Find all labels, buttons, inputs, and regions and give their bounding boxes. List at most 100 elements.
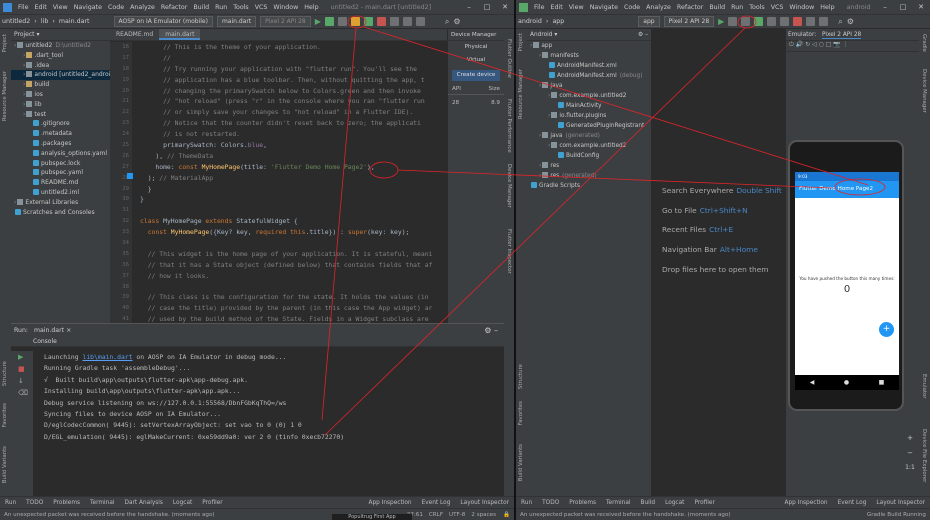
zoom-fit-icon[interactable]: 1:1	[905, 464, 915, 471]
menu-navigate-right[interactable]: Navigate	[587, 4, 621, 11]
expand-arrow-icon[interactable]: ›	[539, 133, 541, 139]
tree-item[interactable]: .packages	[11, 139, 110, 149]
overview-icon[interactable]: □	[826, 41, 832, 48]
run-icon[interactable]: ▶	[315, 17, 321, 26]
tree-item[interactable]: › External Libraries	[11, 198, 110, 208]
menu-view-right[interactable]: View	[566, 4, 587, 11]
status-message[interactable]: An unexpected packet was received before…	[0, 512, 215, 518]
expand-arrow-icon[interactable]: ›	[14, 42, 16, 49]
tree-item[interactable]: GeneratedPluginRegistrant	[527, 121, 651, 131]
menu-vcs[interactable]: VCS	[252, 4, 271, 11]
zoom-out-icon[interactable]: −	[905, 449, 915, 457]
tree-item[interactable]: README.md	[11, 178, 110, 188]
nav-recents-icon[interactable]: ■	[879, 379, 885, 386]
rerun-icon[interactable]: ▶	[11, 351, 33, 363]
structure-tab-right[interactable]: Structure	[518, 364, 524, 389]
menu-tools[interactable]: Tools	[230, 4, 252, 11]
menu-help[interactable]: Help	[301, 4, 321, 11]
tool-tab-run[interactable]: Run	[0, 500, 21, 506]
expand-arrow-icon[interactable]: ›	[548, 143, 550, 149]
emulator-tab[interactable]: Emulator	[921, 374, 927, 399]
debug-icon[interactable]	[324, 17, 334, 26]
tree-item[interactable]: › com.example.untitled2	[527, 91, 651, 101]
tool-tab-run[interactable]: Run	[516, 500, 537, 506]
file-encoding[interactable]: UTF-8	[446, 512, 468, 518]
project-tool-tab-right[interactable]: Project	[518, 33, 524, 51]
hot-reload-icon[interactable]	[350, 17, 360, 26]
resource-manager-tool-tab[interactable]: Resource Manager	[2, 71, 8, 121]
tab-physical[interactable]: Physical	[448, 41, 504, 54]
expand-arrow-icon[interactable]: ›	[530, 43, 532, 49]
tool-tab-build[interactable]: Build	[636, 500, 661, 506]
status-message-right[interactable]: An unexpected packet was received before…	[516, 512, 731, 518]
tree-item[interactable]: › .idea	[11, 61, 110, 71]
tool-tab-profiler[interactable]: Profiler	[689, 500, 719, 506]
hot-restart-icon[interactable]	[363, 17, 373, 26]
menu-navigate[interactable]: Navigate	[71, 4, 105, 11]
build-variants-tool-tab[interactable]: Build Variants	[2, 446, 8, 483]
expand-arrow-icon[interactable]: ›	[539, 163, 541, 169]
nav-back-icon[interactable]: ◀	[810, 379, 815, 386]
stop-app-icon[interactable]	[793, 17, 803, 26]
close-icon[interactable]: ✕	[912, 0, 930, 14]
tree-item[interactable]: › test	[11, 110, 110, 120]
expand-arrow-icon[interactable]: ›	[23, 111, 25, 118]
device-manager-tab[interactable]: Device Manager	[506, 164, 512, 208]
menu-window-right[interactable]: Window	[786, 4, 817, 11]
tool-tab-app-inspection[interactable]: App Inspection	[363, 500, 416, 506]
expand-arrow-icon[interactable]: ›	[539, 173, 541, 179]
stop-run-icon[interactable]: ■	[11, 363, 33, 375]
tool-tab-logcat[interactable]: Logcat	[168, 500, 197, 506]
zoom-in-icon[interactable]: +	[905, 434, 915, 442]
tree-item[interactable]: untitled2.iml	[11, 188, 110, 198]
maximize-icon[interactable]: □	[894, 0, 912, 14]
menu-run-right[interactable]: Run	[728, 4, 746, 11]
tree-item[interactable]: › java (generated)	[527, 131, 651, 141]
profile-app-icon[interactable]	[767, 17, 777, 26]
phone-screen[interactable]: 9:03 Flutter Demo Home Page2 You have pu…	[795, 172, 899, 375]
tree-item[interactable]: .metadata	[11, 129, 110, 139]
menu-vcs-right[interactable]: VCS	[768, 4, 787, 11]
clear-icon[interactable]: ⌫	[11, 387, 33, 399]
tree-item[interactable]: analysis_options.yaml	[11, 149, 110, 159]
tool-tab-terminal[interactable]: Terminal	[85, 500, 120, 506]
flutter-inspector-tab[interactable]: Flutter Inspector	[506, 229, 512, 274]
tool-tab-dart-analysis[interactable]: Dart Analysis	[120, 500, 168, 506]
tree-item[interactable]: › app	[527, 41, 651, 51]
avd-dropdown-right[interactable]: Pixel 2 API 28	[663, 16, 715, 27]
tab-virtual[interactable]: Virtual	[448, 54, 504, 67]
tree-item[interactable]: › java	[527, 81, 651, 91]
tree-item[interactable]: › lib	[11, 100, 110, 110]
menu-file-right[interactable]: File	[531, 4, 548, 11]
expand-arrow-icon[interactable]: ›	[539, 83, 541, 89]
tool-tab-layout-inspector[interactable]: Layout Inspector	[455, 500, 514, 506]
code-text[interactable]: // This is the theme of your application…	[140, 42, 447, 323]
sdk-manager-icon[interactable]	[402, 17, 412, 26]
expand-arrow-icon[interactable]: ›	[23, 62, 25, 69]
tree-item[interactable]: AndroidManifest.xml (debug)	[527, 71, 651, 81]
expand-arrow-icon[interactable]: ›	[23, 81, 25, 88]
close-icon[interactable]: ✕	[496, 0, 514, 14]
menu-refactor[interactable]: Refactor	[158, 4, 190, 11]
line-separator[interactable]: CRLF	[426, 512, 446, 518]
tree-item[interactable]: BuildConfig	[527, 151, 651, 161]
expand-arrow-icon[interactable]: ›	[14, 199, 16, 206]
console-output[interactable]: Launching lib\main.dart on AOSP on IA Em…	[44, 352, 504, 494]
flutter-outline-tab[interactable]: Flutter Outline	[506, 39, 512, 78]
run-app-icon[interactable]: ▶	[718, 17, 724, 26]
tool-tab-logcat[interactable]: Logcat	[660, 500, 689, 506]
favorites-tab-right[interactable]: Favorites	[518, 401, 524, 425]
menu-edit[interactable]: Edit	[32, 4, 50, 11]
tree-item[interactable]: AndroidManifest.xml	[527, 61, 651, 71]
expand-arrow-icon[interactable]: ›	[548, 93, 550, 99]
more-icon[interactable]: ⋮	[843, 41, 849, 48]
tree-item[interactable]: › com.example.untitled2	[527, 141, 651, 151]
settings-gear-icon[interactable]: ⚙	[453, 17, 460, 26]
tree-item[interactable]: › manifests	[527, 51, 651, 61]
tree-item[interactable]: Gradle Scripts	[527, 181, 651, 191]
menu-window[interactable]: Window	[270, 4, 301, 11]
tool-tab-event-log[interactable]: Event Log	[417, 500, 456, 506]
expand-arrow-icon[interactable]: ›	[23, 52, 25, 59]
tool-tab-layout-inspector[interactable]: Layout Inspector	[871, 500, 930, 506]
tree-item[interactable]: › .dart_tool	[11, 51, 110, 61]
